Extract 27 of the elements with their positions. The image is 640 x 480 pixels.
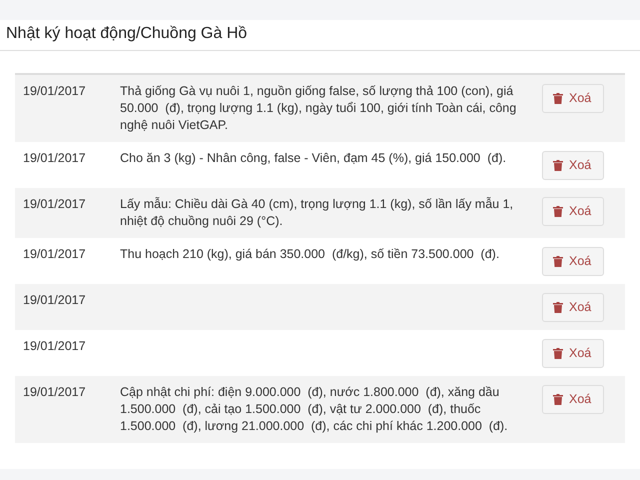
delete-button[interactable]: Xoá [542,293,604,322]
log-description: Cho ăn 3 (kg) - Nhân công, false - Viên, đạm 45 (%), giá 150.000 (đ). [120,150,508,167]
log-description: Thu hoạch 210 (kg), giá bán 350.000 (đ/kg), số tiền 73.500.000 (đ). [120,246,500,263]
log-description: Lấy mẫu: Chiều dài Gà 40 (cm), trọng lượng 1.1 (kg), số lần lấy mẫu 1, nhiệt độ chuồng nuôi 29 (°C). [120,196,514,230]
delete-button[interactable]: Xoá [542,151,604,180]
delete-button[interactable]: Xoá [542,84,604,113]
page-title: Nhật ký hoạt động/Chuồng Gà Hồ [5,24,248,44]
trash-icon [553,302,563,313]
trash-icon [553,93,563,104]
log-date: 19/01/2017 [23,292,87,309]
log-date: 19/01/2017 [23,196,87,213]
delete-button[interactable]: Xoá [542,385,604,414]
log-date: 19/01/2017 [23,246,87,263]
delete-button[interactable]: Xoá [542,339,604,368]
log-date: 19/01/2017 [23,338,87,355]
trash-icon [553,348,563,359]
trash-icon [553,394,563,405]
trash-icon [553,160,563,171]
trash-icon [553,206,563,217]
delete-button[interactable]: Xoá [542,197,604,226]
log-date: 19/01/2017 [23,150,87,167]
trash-icon [553,256,563,267]
log-date: 19/01/2017 [23,384,87,401]
log-description: Cập nhật chi phí: điện 9.000.000 (đ), nước 1.800.000 (đ), xăng dầu 1.500.000 (đ), cải tạo 1.500.000 (đ), vật tư 2.000.000 (đ), thuốc 1.500.000 (đ), lương 21.000.000 (đ), các chi phí khác 1.200.000 (đ). [120,384,509,435]
delete-button[interactable]: Xoá [542,247,604,276]
log-date: 19/01/2017 [23,83,87,100]
log-description: Thả giống Gà vụ nuôi 1, nguồn giống false, số lượng thả 100 (con), giá 50.000 (đ), trọng lượng 1.1 (kg), ngày tuổi 100, giới tính Toàn cái, công nghệ nuôi VietGAP. [120,83,518,134]
